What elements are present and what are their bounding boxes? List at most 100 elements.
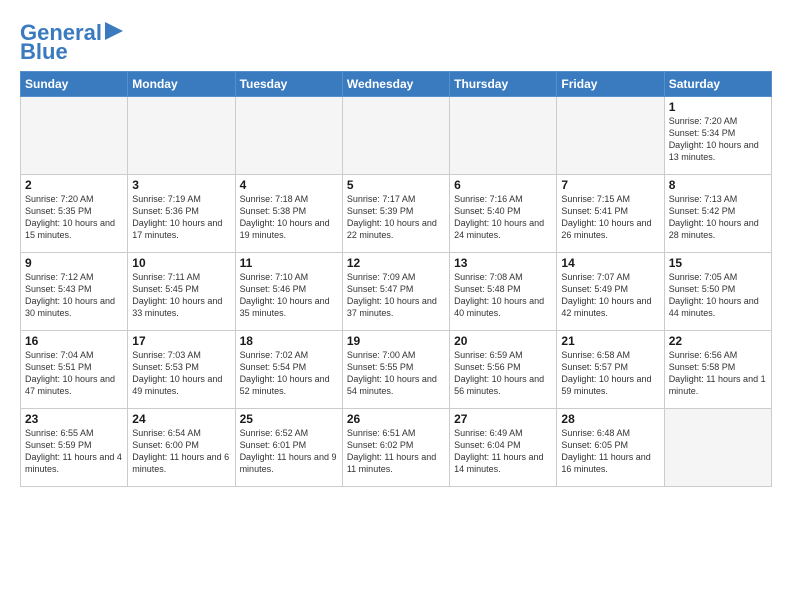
day-cell: 22Sunrise: 6:56 AM Sunset: 5:58 PM Dayli…	[664, 331, 771, 409]
day-info: Sunrise: 7:05 AM Sunset: 5:50 PM Dayligh…	[669, 271, 767, 320]
day-cell: 3Sunrise: 7:19 AM Sunset: 5:36 PM Daylig…	[128, 175, 235, 253]
day-cell: 19Sunrise: 7:00 AM Sunset: 5:55 PM Dayli…	[342, 331, 449, 409]
day-info: Sunrise: 7:12 AM Sunset: 5:43 PM Dayligh…	[25, 271, 123, 320]
day-number: 22	[669, 334, 767, 348]
day-cell: 15Sunrise: 7:05 AM Sunset: 5:50 PM Dayli…	[664, 253, 771, 331]
day-info: Sunrise: 7:19 AM Sunset: 5:36 PM Dayligh…	[132, 193, 230, 242]
day-number: 1	[669, 100, 767, 114]
day-info: Sunrise: 6:49 AM Sunset: 6:04 PM Dayligh…	[454, 427, 552, 476]
day-number: 14	[561, 256, 659, 270]
day-cell	[557, 97, 664, 175]
day-info: Sunrise: 7:00 AM Sunset: 5:55 PM Dayligh…	[347, 349, 445, 398]
day-number: 16	[25, 334, 123, 348]
day-info: Sunrise: 7:18 AM Sunset: 5:38 PM Dayligh…	[240, 193, 338, 242]
day-cell: 11Sunrise: 7:10 AM Sunset: 5:46 PM Dayli…	[235, 253, 342, 331]
day-info: Sunrise: 7:02 AM Sunset: 5:54 PM Dayligh…	[240, 349, 338, 398]
day-number: 11	[240, 256, 338, 270]
day-cell: 2Sunrise: 7:20 AM Sunset: 5:35 PM Daylig…	[21, 175, 128, 253]
day-number: 23	[25, 412, 123, 426]
day-number: 7	[561, 178, 659, 192]
day-number: 20	[454, 334, 552, 348]
day-cell: 12Sunrise: 7:09 AM Sunset: 5:47 PM Dayli…	[342, 253, 449, 331]
logo-blue: Blue	[20, 41, 68, 63]
day-cell: 18Sunrise: 7:02 AM Sunset: 5:54 PM Dayli…	[235, 331, 342, 409]
week-row-0: 1Sunrise: 7:20 AM Sunset: 5:34 PM Daylig…	[21, 97, 772, 175]
day-cell: 17Sunrise: 7:03 AM Sunset: 5:53 PM Dayli…	[128, 331, 235, 409]
header-tuesday: Tuesday	[235, 72, 342, 97]
day-number: 13	[454, 256, 552, 270]
day-info: Sunrise: 7:04 AM Sunset: 5:51 PM Dayligh…	[25, 349, 123, 398]
header-monday: Monday	[128, 72, 235, 97]
day-cell: 1Sunrise: 7:20 AM Sunset: 5:34 PM Daylig…	[664, 97, 771, 175]
calendar-table: SundayMondayTuesdayWednesdayThursdayFrid…	[20, 71, 772, 487]
day-number: 19	[347, 334, 445, 348]
day-number: 9	[25, 256, 123, 270]
day-info: Sunrise: 7:13 AM Sunset: 5:42 PM Dayligh…	[669, 193, 767, 242]
day-cell: 16Sunrise: 7:04 AM Sunset: 5:51 PM Dayli…	[21, 331, 128, 409]
header-saturday: Saturday	[664, 72, 771, 97]
day-cell: 20Sunrise: 6:59 AM Sunset: 5:56 PM Dayli…	[450, 331, 557, 409]
page: General Blue SundayMondayTuesdayWednesda…	[0, 0, 792, 497]
day-number: 24	[132, 412, 230, 426]
day-cell: 10Sunrise: 7:11 AM Sunset: 5:45 PM Dayli…	[128, 253, 235, 331]
day-cell: 23Sunrise: 6:55 AM Sunset: 5:59 PM Dayli…	[21, 409, 128, 487]
day-cell	[21, 97, 128, 175]
day-info: Sunrise: 7:15 AM Sunset: 5:41 PM Dayligh…	[561, 193, 659, 242]
day-cell	[342, 97, 449, 175]
day-cell: 6Sunrise: 7:16 AM Sunset: 5:40 PM Daylig…	[450, 175, 557, 253]
calendar-header-row: SundayMondayTuesdayWednesdayThursdayFrid…	[21, 72, 772, 97]
day-info: Sunrise: 6:51 AM Sunset: 6:02 PM Dayligh…	[347, 427, 445, 476]
day-info: Sunrise: 6:56 AM Sunset: 5:58 PM Dayligh…	[669, 349, 767, 398]
day-number: 26	[347, 412, 445, 426]
day-info: Sunrise: 7:10 AM Sunset: 5:46 PM Dayligh…	[240, 271, 338, 320]
day-cell	[128, 97, 235, 175]
day-info: Sunrise: 7:17 AM Sunset: 5:39 PM Dayligh…	[347, 193, 445, 242]
day-number: 4	[240, 178, 338, 192]
logo-arrow-icon	[105, 22, 123, 40]
week-row-1: 2Sunrise: 7:20 AM Sunset: 5:35 PM Daylig…	[21, 175, 772, 253]
day-info: Sunrise: 6:59 AM Sunset: 5:56 PM Dayligh…	[454, 349, 552, 398]
day-info: Sunrise: 7:20 AM Sunset: 5:34 PM Dayligh…	[669, 115, 767, 164]
day-cell: 21Sunrise: 6:58 AM Sunset: 5:57 PM Dayli…	[557, 331, 664, 409]
week-row-4: 23Sunrise: 6:55 AM Sunset: 5:59 PM Dayli…	[21, 409, 772, 487]
day-number: 6	[454, 178, 552, 192]
day-info: Sunrise: 7:07 AM Sunset: 5:49 PM Dayligh…	[561, 271, 659, 320]
day-cell: 28Sunrise: 6:48 AM Sunset: 6:05 PM Dayli…	[557, 409, 664, 487]
week-row-3: 16Sunrise: 7:04 AM Sunset: 5:51 PM Dayli…	[21, 331, 772, 409]
day-cell: 25Sunrise: 6:52 AM Sunset: 6:01 PM Dayli…	[235, 409, 342, 487]
day-number: 17	[132, 334, 230, 348]
day-cell: 27Sunrise: 6:49 AM Sunset: 6:04 PM Dayli…	[450, 409, 557, 487]
day-info: Sunrise: 7:08 AM Sunset: 5:48 PM Dayligh…	[454, 271, 552, 320]
day-cell	[235, 97, 342, 175]
day-cell: 14Sunrise: 7:07 AM Sunset: 5:49 PM Dayli…	[557, 253, 664, 331]
day-number: 15	[669, 256, 767, 270]
week-row-2: 9Sunrise: 7:12 AM Sunset: 5:43 PM Daylig…	[21, 253, 772, 331]
day-number: 18	[240, 334, 338, 348]
day-info: Sunrise: 6:54 AM Sunset: 6:00 PM Dayligh…	[132, 427, 230, 476]
day-info: Sunrise: 7:09 AM Sunset: 5:47 PM Dayligh…	[347, 271, 445, 320]
day-number: 3	[132, 178, 230, 192]
day-number: 12	[347, 256, 445, 270]
day-cell: 26Sunrise: 6:51 AM Sunset: 6:02 PM Dayli…	[342, 409, 449, 487]
day-info: Sunrise: 7:11 AM Sunset: 5:45 PM Dayligh…	[132, 271, 230, 320]
header-thursday: Thursday	[450, 72, 557, 97]
day-cell: 5Sunrise: 7:17 AM Sunset: 5:39 PM Daylig…	[342, 175, 449, 253]
header: General Blue	[20, 16, 772, 63]
day-info: Sunrise: 6:55 AM Sunset: 5:59 PM Dayligh…	[25, 427, 123, 476]
day-info: Sunrise: 6:52 AM Sunset: 6:01 PM Dayligh…	[240, 427, 338, 476]
day-info: Sunrise: 7:20 AM Sunset: 5:35 PM Dayligh…	[25, 193, 123, 242]
day-cell: 8Sunrise: 7:13 AM Sunset: 5:42 PM Daylig…	[664, 175, 771, 253]
header-wednesday: Wednesday	[342, 72, 449, 97]
day-number: 5	[347, 178, 445, 192]
day-number: 28	[561, 412, 659, 426]
day-cell	[664, 409, 771, 487]
day-cell: 13Sunrise: 7:08 AM Sunset: 5:48 PM Dayli…	[450, 253, 557, 331]
day-number: 10	[132, 256, 230, 270]
day-info: Sunrise: 6:48 AM Sunset: 6:05 PM Dayligh…	[561, 427, 659, 476]
day-info: Sunrise: 6:58 AM Sunset: 5:57 PM Dayligh…	[561, 349, 659, 398]
day-number: 2	[25, 178, 123, 192]
header-friday: Friday	[557, 72, 664, 97]
day-cell: 24Sunrise: 6:54 AM Sunset: 6:00 PM Dayli…	[128, 409, 235, 487]
day-number: 27	[454, 412, 552, 426]
day-cell	[450, 97, 557, 175]
